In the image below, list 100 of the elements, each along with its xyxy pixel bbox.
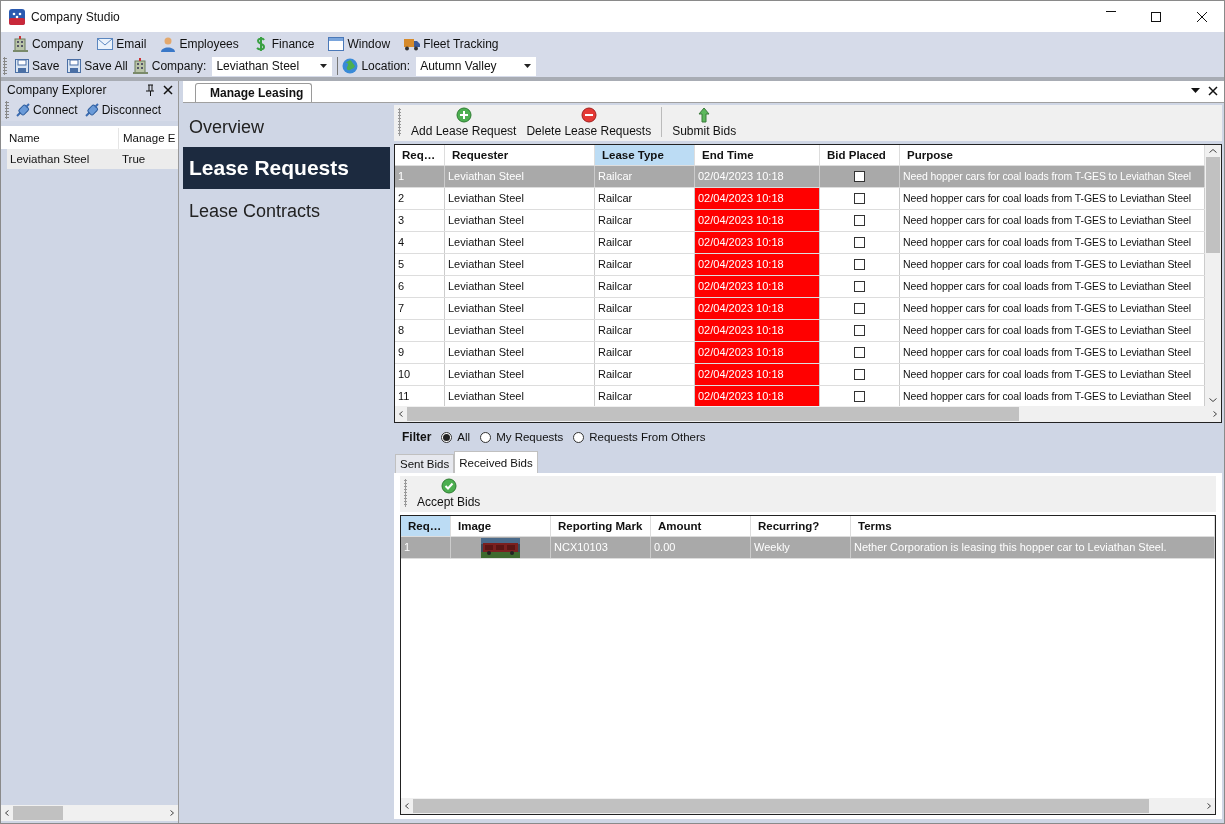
horizontal-scrollbar[interactable]: [1, 805, 178, 821]
table-cell: 1: [401, 537, 451, 558]
building-icon: [132, 58, 149, 74]
column-header[interactable]: Req…: [401, 516, 451, 536]
table-cell: 02/04/2023 10:18: [695, 364, 820, 385]
plug-icon: [15, 102, 31, 118]
checkbox[interactable]: [854, 259, 865, 270]
table-cell: 10: [395, 364, 445, 385]
horizontal-scrollbar[interactable]: [401, 798, 1215, 814]
column-header[interactable]: Bid Placed: [820, 145, 900, 165]
table-cell: 4: [395, 232, 445, 253]
checkbox[interactable]: [854, 193, 865, 204]
save-icon: [66, 58, 83, 74]
column-header[interactable]: Reporting Mark: [551, 516, 651, 536]
table-cell: Leviathan Steel: [445, 276, 595, 297]
table-cell: 02/04/2023 10:18: [695, 166, 820, 187]
checkbox[interactable]: [854, 369, 865, 380]
nav-item[interactable]: Lease Requests: [183, 147, 390, 189]
company-label: Company:: [151, 59, 207, 73]
menu-item[interactable]: Company: [9, 33, 88, 54]
dropdown-icon: [1191, 88, 1200, 94]
column-header[interactable]: End Time: [695, 145, 820, 165]
menu-item[interactable]: Finance: [248, 33, 319, 54]
table-cell: 7: [395, 298, 445, 319]
table-cell: Weekly: [751, 537, 851, 558]
table-cell: 02/04/2023 10:18: [695, 386, 820, 406]
table-cell: Leviathan Steel: [445, 364, 595, 385]
panel-title: Company Explorer: [7, 83, 108, 97]
toolbar-button[interactable]: Save All: [64, 55, 130, 77]
toolbar-button[interactable]: Save: [12, 55, 62, 77]
toolbar-button[interactable]: Accept Bids: [417, 478, 481, 509]
table-cell: Leviathan Steel: [445, 232, 595, 253]
menu-item[interactable]: Employees: [156, 33, 243, 54]
checkbox[interactable]: [854, 325, 865, 336]
table-cell: Leviathan Steel: [445, 320, 595, 341]
column-header[interactable]: Amount: [651, 516, 751, 536]
tab[interactable]: Received Bids: [454, 451, 538, 473]
column-header[interactable]: Recurring?: [751, 516, 851, 536]
menu-item[interactable]: Fleet Tracking: [400, 33, 503, 54]
checkbox[interactable]: [854, 237, 865, 248]
table-cell: Leviathan Steel: [445, 166, 595, 187]
horizontal-scrollbar[interactable]: [395, 406, 1221, 422]
table-cell: 02/04/2023 10:18: [695, 254, 820, 275]
checkbox[interactable]: [854, 171, 865, 182]
person-icon: [160, 35, 177, 52]
toolbar-button[interactable]: Connect: [13, 99, 80, 121]
envelope-icon: [97, 35, 114, 52]
globe-icon: [342, 58, 359, 74]
table-cell: Leviathan Steel: [445, 298, 595, 319]
building-icon: [13, 35, 29, 52]
column-header[interactable]: Image: [451, 516, 551, 536]
toolbar-button[interactable]: Disconnect: [81, 99, 164, 121]
plus-icon: [455, 107, 472, 123]
table-cell: Leviathan Steel: [445, 254, 595, 275]
pin-icon: [145, 84, 155, 96]
column-header[interactable]: Lease Type: [595, 145, 695, 165]
tab[interactable]: Sent Bids: [395, 454, 455, 473]
radio-button[interactable]: Requests From Others: [573, 431, 706, 443]
vertical-scrollbar[interactable]: [1205, 145, 1221, 406]
checkbox[interactable]: [854, 391, 865, 402]
menu-item[interactable]: Email: [93, 33, 151, 54]
nav-item[interactable]: Lease Contracts: [183, 199, 390, 223]
radio-button[interactable]: All: [441, 431, 471, 443]
checkbox[interactable]: [854, 303, 865, 314]
window-title: Company Studio: [31, 9, 120, 24]
table-cell: 9: [395, 342, 445, 363]
radio-button[interactable]: My Requests: [480, 431, 564, 443]
table-cell: Railcar: [595, 166, 695, 187]
menu-item[interactable]: Window: [324, 33, 395, 54]
table-cell: 02/04/2023 10:18: [695, 188, 820, 209]
column-header[interactable]: Manage E: [119, 128, 178, 149]
checkbox[interactable]: [854, 281, 865, 292]
table-cell: 02/04/2023 10:18: [695, 320, 820, 341]
table-cell: 6: [395, 276, 445, 297]
toolbar-button[interactable]: Add Lease Request: [411, 107, 517, 138]
nav-item[interactable]: Overview: [183, 115, 390, 139]
column-header[interactable]: Req…: [395, 145, 445, 165]
checkbox[interactable]: [854, 215, 865, 226]
toolbar-button[interactable]: Submit Bids: [672, 107, 737, 138]
table-cell-text: True: [121, 153, 147, 165]
document-tab[interactable]: Manage Leasing: [195, 83, 313, 102]
company-dropdown[interactable]: Leviathan Steel: [211, 55, 334, 77]
window-icon: [328, 35, 345, 52]
table-row[interactable]: Leviathan Steel True: [7, 149, 178, 169]
save-icon: [14, 58, 30, 74]
toolbar-button[interactable]: Delete Lease Requests: [526, 107, 652, 138]
table-cell: Leviathan Steel: [445, 210, 595, 231]
table-cell: 02/04/2023 10:18: [695, 276, 820, 297]
table-cell-text: Leviathan Steel: [9, 153, 91, 165]
column-header[interactable]: Terms: [851, 516, 1215, 536]
caret-icon: [524, 64, 532, 68]
checkbox[interactable]: [854, 347, 865, 358]
location-dropdown[interactable]: Autumn Valley: [415, 55, 538, 77]
checkmark-icon: [440, 478, 457, 494]
table-cell: 2: [395, 188, 445, 209]
location-label: Location:: [361, 59, 411, 73]
table-cell: 02/04/2023 10:18: [695, 298, 820, 319]
caret-icon: [320, 64, 328, 68]
table-cell: Leviathan Steel: [445, 342, 595, 363]
app-icon: [9, 8, 25, 25]
